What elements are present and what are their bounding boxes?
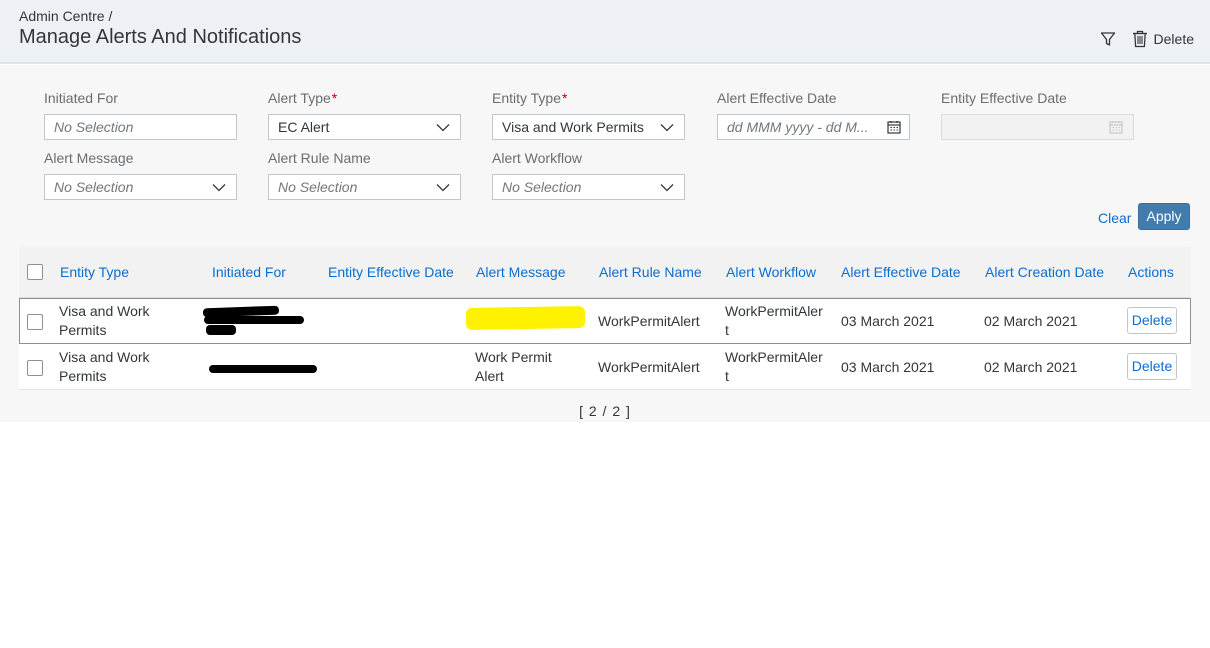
- filter-icon: [1100, 32, 1115, 46]
- alert-workflow-placeholder: No Selection: [502, 179, 582, 195]
- alert-workflow-cell: WorkPermitAler t: [725, 349, 823, 384]
- table-header: Entity Type Initiated For Entity Effecti…: [19, 247, 1191, 298]
- column-header-alert-message[interactable]: Alert Message: [476, 264, 565, 280]
- chevron-down-icon: [436, 124, 450, 132]
- entity-type-label: Entity Type: [492, 90, 562, 106]
- alert-type-value: EC Alert: [278, 119, 330, 135]
- column-header-alert-effective-date[interactable]: Alert Effective Date: [841, 264, 961, 280]
- table-row[interactable]: Visa and Work Permits WorkPermitAlert Wo…: [19, 298, 1191, 344]
- entity-effective-date-label: Entity Effective Date: [941, 90, 1067, 106]
- entity-type-cell: Visa and Work Permits: [59, 303, 150, 338]
- page-header: Admin Centre / Manage Alerts And Notific…: [0, 0, 1210, 64]
- alert-message-cell: Work Permit Alert: [475, 349, 552, 384]
- filter-alert-workflow: Alert Workflow No Selection: [492, 149, 685, 200]
- delete-button[interactable]: Delete: [1132, 30, 1194, 48]
- pagination-indicator: [ 2 / 2 ]: [579, 403, 631, 419]
- redaction-mark: [204, 316, 304, 324]
- clear-button[interactable]: Clear: [1092, 205, 1137, 231]
- column-header-entity-effective-date[interactable]: Entity Effective Date: [328, 264, 454, 280]
- column-header-actions: Actions: [1128, 264, 1174, 280]
- column-header-entity-type[interactable]: Entity Type: [60, 264, 129, 280]
- calendar-icon: [1109, 121, 1123, 134]
- filter-alert-effective-date: Alert Effective Date dd MMM yyyy - dd M.…: [717, 89, 910, 140]
- initiated-for-input[interactable]: No Selection: [44, 114, 237, 140]
- column-header-alert-rule-name[interactable]: Alert Rule Name: [599, 264, 702, 280]
- required-marker: *: [331, 90, 338, 106]
- alert-creation-date-cell: 02 March 2021: [984, 359, 1078, 375]
- filter-alert-rule-name: Alert Rule Name No Selection: [268, 149, 461, 200]
- page-title: Manage Alerts And Notifications: [19, 26, 302, 48]
- filter-entity-effective-date: Entity Effective Date: [941, 89, 1134, 140]
- alert-effective-date-placeholder: dd MMM yyyy - dd M...: [727, 119, 869, 135]
- entity-type-value: Visa and Work Permits: [502, 119, 644, 135]
- alert-rule-name-placeholder: No Selection: [278, 179, 358, 195]
- filter-initiated-for: Initiated For No Selection: [44, 89, 237, 140]
- delete-button-label: Delete: [1153, 31, 1194, 47]
- redaction-mark: [209, 365, 317, 373]
- calendar-icon[interactable]: [887, 120, 901, 134]
- alert-rule-name-cell: WorkPermitAlert: [598, 359, 700, 375]
- breadcrumb[interactable]: Admin Centre /: [19, 8, 112, 24]
- alert-message-label: Alert Message: [44, 150, 134, 166]
- chevron-down-icon: [436, 184, 450, 192]
- alert-effective-date-label: Alert Effective Date: [717, 90, 837, 106]
- highlight-mark: [465, 305, 586, 331]
- entity-type-select[interactable]: Visa and Work Permits: [492, 114, 685, 140]
- alert-message-placeholder: No Selection: [54, 179, 134, 195]
- column-header-initiated-for[interactable]: Initiated For: [212, 264, 286, 280]
- alert-effective-date-input[interactable]: dd MMM yyyy - dd M...: [717, 114, 910, 140]
- filter-button[interactable]: [1100, 31, 1116, 47]
- entity-effective-date-input: [941, 114, 1134, 140]
- alert-rule-name-label: Alert Rule Name: [268, 150, 371, 166]
- table-row[interactable]: Visa and Work Permits Work Permit Alert …: [19, 344, 1191, 390]
- filter-and-table-area: Initiated For No Selection Alert Type* E…: [0, 65, 1210, 422]
- alert-rule-name-cell: WorkPermitAlert: [598, 313, 700, 329]
- filter-entity-type: Entity Type* Visa and Work Permits: [492, 89, 685, 140]
- redaction-mark: [206, 325, 236, 335]
- alert-effective-date-cell: 03 March 2021: [841, 359, 935, 375]
- alert-rule-name-select[interactable]: No Selection: [268, 174, 461, 200]
- chevron-down-icon: [660, 184, 674, 192]
- alert-type-label: Alert Type: [268, 90, 331, 106]
- initiated-for-placeholder: No Selection: [54, 119, 134, 135]
- alert-workflow-cell: WorkPermitAler t: [725, 303, 823, 338]
- alert-effective-date-cell: 03 March 2021: [841, 313, 935, 329]
- alert-message-select[interactable]: No Selection: [44, 174, 237, 200]
- apply-button[interactable]: Apply: [1138, 203, 1190, 230]
- alert-workflow-select[interactable]: No Selection: [492, 174, 685, 200]
- alert-creation-date-cell: 02 March 2021: [984, 313, 1078, 329]
- chevron-down-icon: [660, 124, 674, 132]
- filter-alert-type: Alert Type* EC Alert: [268, 89, 461, 140]
- header-actions: Delete: [1100, 30, 1194, 48]
- row-delete-button[interactable]: Delete: [1127, 307, 1177, 334]
- select-all-checkbox[interactable]: [27, 264, 43, 280]
- required-marker: *: [562, 90, 568, 106]
- filter-alert-message: Alert Message No Selection: [44, 149, 237, 200]
- trash-icon: [1132, 30, 1147, 48]
- row-delete-button[interactable]: Delete: [1127, 353, 1177, 380]
- alert-workflow-label: Alert Workflow: [492, 150, 582, 166]
- chevron-down-icon: [212, 184, 226, 192]
- alert-type-select[interactable]: EC Alert: [268, 114, 461, 140]
- entity-type-cell: Visa and Work Permits: [59, 349, 150, 384]
- initiated-for-label: Initiated For: [44, 90, 118, 106]
- alerts-table: Entity Type Initiated For Entity Effecti…: [19, 247, 1191, 390]
- row-checkbox[interactable]: [27, 360, 43, 376]
- row-checkbox[interactable]: [27, 314, 43, 330]
- column-header-alert-workflow[interactable]: Alert Workflow: [726, 264, 816, 280]
- column-header-alert-creation-date[interactable]: Alert Creation Date: [985, 264, 1104, 280]
